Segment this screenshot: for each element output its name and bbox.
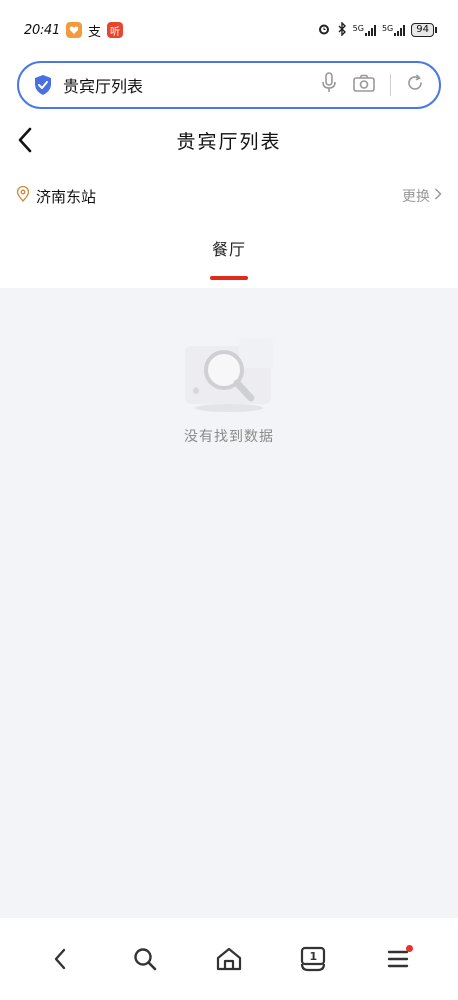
home-icon — [216, 947, 242, 971]
network-label: 5G — [381, 24, 394, 33]
tab-restaurant[interactable]: 餐厅 — [210, 236, 248, 288]
signal-5g-2: 5G — [381, 24, 406, 36]
empty-message: 没有找到数据 — [184, 429, 274, 445]
bluetooth-icon — [337, 20, 347, 39]
location-pin-icon — [16, 185, 30, 206]
tab-active-indicator — [210, 276, 248, 280]
search-icon — [133, 948, 156, 971]
content-area: 没有找到数据 — [0, 288, 458, 918]
signal-5g-1: 5G — [353, 24, 376, 36]
change-label: 更换 — [402, 189, 430, 205]
location-row: 济南东站 更换 — [0, 178, 458, 214]
alipay-app-icon: 支 — [87, 24, 101, 40]
nav-home-button[interactable] — [209, 939, 249, 979]
page-title: 贵宾厅列表 — [176, 130, 282, 153]
tab-count: 1 — [309, 950, 318, 963]
divider — [390, 74, 391, 96]
station-name: 济南东站 — [36, 187, 97, 206]
tab-label: 餐厅 — [211, 240, 246, 259]
bottom-nav: 1 — [0, 918, 458, 1000]
back-button[interactable] — [10, 125, 40, 155]
battery-indicator: 94 — [411, 23, 437, 37]
signal-bars-icon — [364, 24, 376, 36]
camera-icon[interactable] — [352, 73, 376, 97]
tab-bar: 餐厅 — [0, 236, 458, 288]
nav-back-button[interactable] — [40, 939, 80, 979]
status-time: 20:41 — [24, 22, 60, 38]
status-left: 20:41 支 听 — [24, 21, 123, 40]
page-header: 贵宾厅列表 — [0, 115, 458, 165]
location-display: 济南东站 — [16, 185, 97, 207]
nav-search-button[interactable] — [125, 939, 165, 979]
chevron-left-icon — [54, 948, 66, 970]
alarm-icon — [317, 22, 331, 39]
microphone-icon[interactable] — [320, 72, 338, 98]
refresh-icon[interactable] — [405, 73, 425, 97]
search-bar[interactable]: 贵宾厅列表 — [17, 61, 441, 109]
change-location-button[interactable]: 更换 — [402, 186, 442, 206]
shield-icon — [33, 74, 53, 96]
network-label: 5G — [352, 24, 364, 33]
nav-menu-button[interactable] — [378, 939, 418, 979]
search-tools — [320, 72, 425, 98]
empty-state: 没有找到数据 — [0, 328, 458, 446]
nav-tabs-button[interactable]: 1 — [293, 939, 333, 979]
listen-app-icon: 听 — [106, 22, 123, 38]
empty-search-icon — [185, 338, 273, 412]
chevron-left-icon — [18, 127, 32, 153]
menu-icon — [387, 950, 408, 968]
heart-app-icon — [65, 22, 82, 38]
notification-dot — [405, 945, 413, 952]
signal-bars-icon — [394, 24, 406, 36]
status-right: 5G 5G 94 — [317, 20, 437, 39]
status-bar: 20:41 支 听 5G 5G 94 — [0, 0, 458, 60]
search-input[interactable]: 贵宾厅列表 — [63, 73, 320, 97]
chevron-right-icon — [434, 187, 442, 205]
